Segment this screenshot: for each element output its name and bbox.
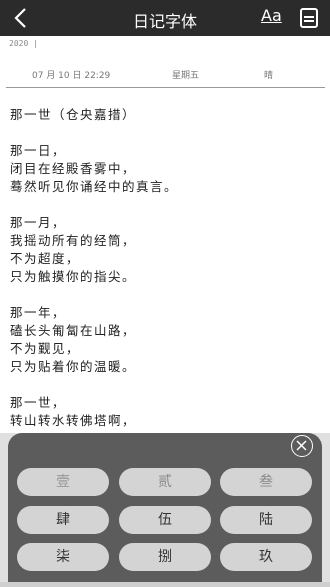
text-line: 不为超度， [10,251,81,266]
text-line: 只为触摸你的指尖。 [10,269,137,284]
font-option-3[interactable]: 叁 [220,468,312,496]
font-option-7[interactable]: 柒 [17,543,109,571]
weather-text: 晴 [264,71,274,81]
close-icon [296,440,307,451]
font-option-4[interactable]: 肆 [17,506,109,534]
text-line: 那一世（仓央嘉措） [10,107,137,122]
date-line: 07 月 10 日 22:29 星期五 晴 [0,68,330,82]
date-text: 07 月 10 日 22:29 [32,71,111,81]
text-line: 那一年， [10,305,67,320]
paragraph: 那一日， 闭目在经殿香雾中， 蓦然听见你诵经中的真言。 [10,142,320,196]
text-line: 磕长头匍匐在山路， [10,323,137,338]
paragraph: 那一年， 磕长头匍匐在山路， 不为觐见， 只为贴着你的温暖。 [10,304,320,376]
text-line: 闭目在经殿香雾中， [10,161,137,176]
save-icon [300,8,318,28]
paragraph: 那一世， 转山转水转佛塔啊， [10,394,320,430]
divider [6,87,325,88]
text-line: 那一世， [10,395,67,410]
top-bar: 日记字体 Aa [0,0,330,36]
font-option-2[interactable]: 贰 [119,468,211,496]
diary-content[interactable]: 那一世（仓央嘉措） 那一日， 闭目在经殿香雾中， 蓦然听见你诵经中的真言。 那一月， 我摇… [10,106,320,448]
save-button[interactable] [300,8,318,28]
text-line: 那一日， [10,143,67,158]
year-label: 2020 | [9,39,38,48]
font-option-8[interactable]: 捌 [119,543,211,571]
weekday-text: 星期五 [172,71,200,81]
text-line: 那一月， [10,215,67,230]
font-button[interactable]: Aa [261,6,282,25]
bottom-strip [0,582,330,587]
paragraph: 那一世（仓央嘉措） [10,106,320,124]
font-option-1[interactable]: 壹 [17,468,109,496]
font-option-6[interactable]: 陆 [220,506,312,534]
text-line: 不为觐见， [10,341,81,356]
text-line: 只为贴着你的温暖。 [10,359,137,374]
paragraph: 那一月， 我摇动所有的经筒， 不为超度， 只为触摸你的指尖。 [10,214,320,286]
font-option-5[interactable]: 伍 [119,506,211,534]
font-option-9[interactable]: 玖 [220,543,312,571]
text-line: 蓦然听见你诵经中的真言。 [10,179,179,194]
text-line: 转山转水转佛塔啊， [10,413,137,428]
text-line: 我摇动所有的经筒， [10,233,137,248]
close-button[interactable] [291,435,313,457]
